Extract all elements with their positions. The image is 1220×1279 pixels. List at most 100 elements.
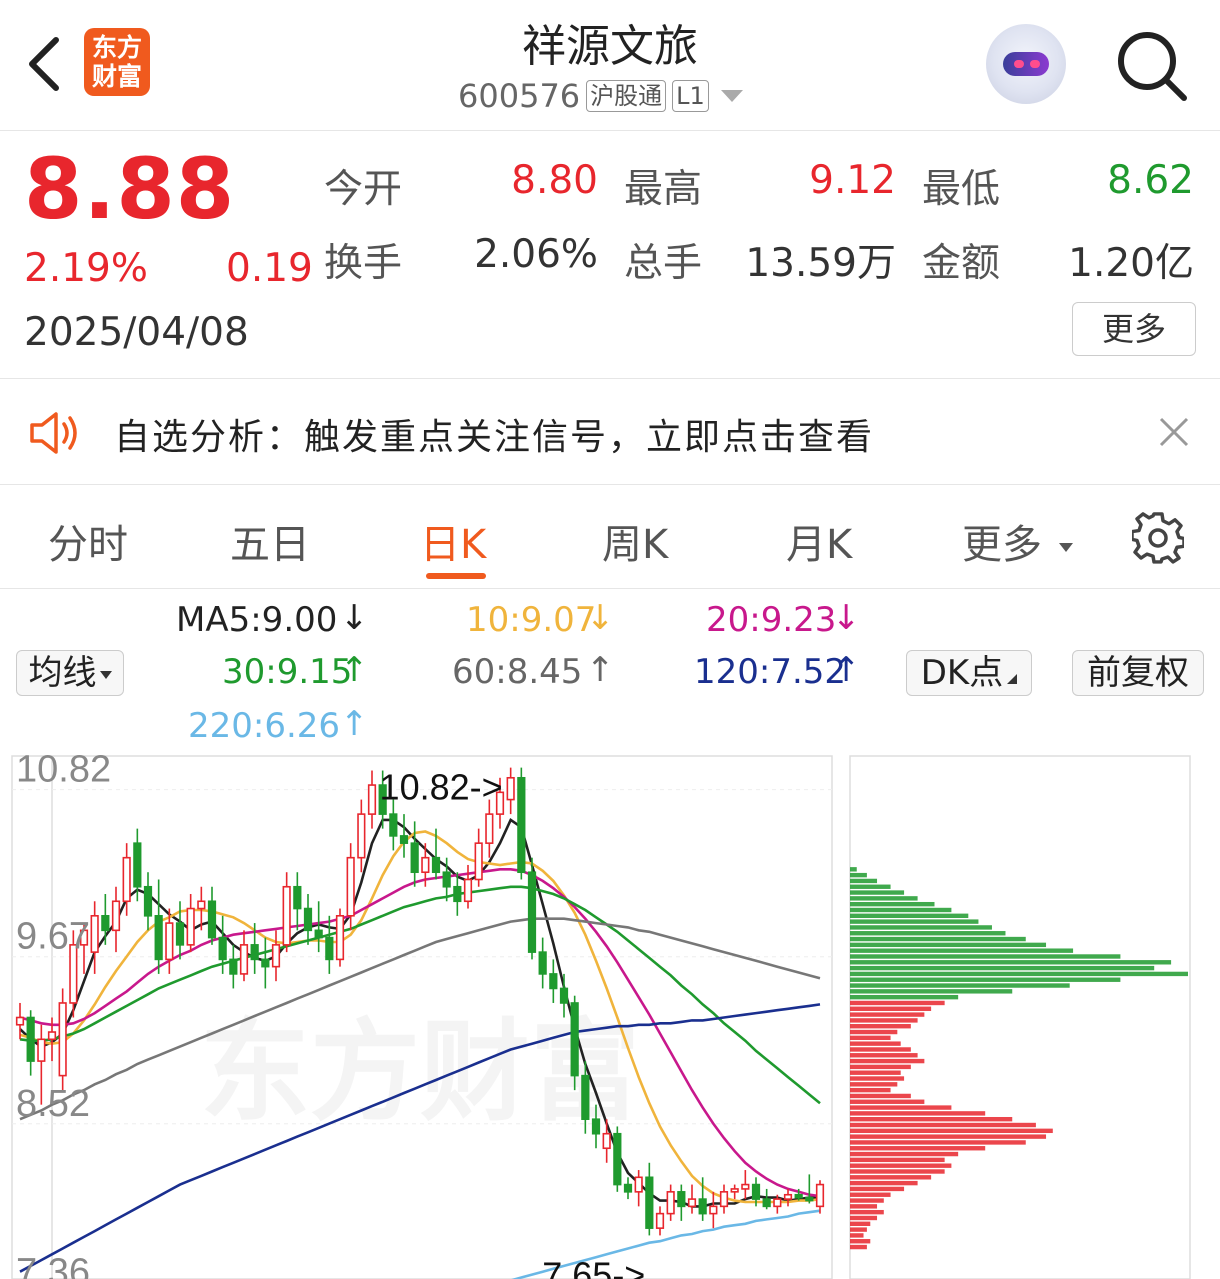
- ma10-arrow-down-icon: ↓: [586, 598, 615, 638]
- candle-body: [559, 987, 569, 1004]
- profile-bar: [850, 1006, 932, 1011]
- profile-bar: [850, 1035, 891, 1041]
- dk-point-button[interactable]: DK点: [906, 650, 1032, 696]
- profile-bar: [850, 1122, 1036, 1128]
- candle-body: [282, 885, 291, 946]
- tab-weekly-k[interactable]: 周K: [602, 512, 668, 570]
- tab-intraday[interactable]: 分时: [48, 512, 128, 570]
- ma-line-ma220: [511, 1209, 821, 1279]
- profile-bar: [850, 942, 1047, 948]
- candle-body: [517, 776, 526, 874]
- candle-body: [741, 1183, 750, 1190]
- candle-body: [666, 1191, 675, 1215]
- candle-body: [591, 1118, 601, 1135]
- robot-eye-right: [1030, 60, 1040, 68]
- low-label: 最低: [922, 167, 1001, 212]
- candle-body: [335, 915, 345, 961]
- tab-more[interactable]: 更多: [962, 512, 1073, 570]
- y-tick-label: 10.82: [16, 749, 111, 791]
- kline-chart[interactable]: 东方财富 10.829.678.527.36 10.82->7.65->: [0, 740, 1220, 1279]
- dk-point-label: DK点: [920, 653, 1004, 693]
- profile-bar: [850, 1244, 867, 1250]
- profile-bar: [850, 1064, 911, 1070]
- profile-bar: [850, 907, 952, 913]
- profile-bar: [850, 1134, 1047, 1139]
- candle-body: [794, 1193, 803, 1199]
- search-icon[interactable]: [1116, 30, 1188, 102]
- candle-body: [357, 813, 366, 859]
- gear-icon[interactable]: [1130, 512, 1186, 564]
- ma-select-button[interactable]: 均线: [16, 650, 124, 696]
- profile-bar: [850, 960, 1172, 965]
- dk-corner-icon: [1007, 674, 1018, 684]
- ma30-value: 30:9.15: [222, 652, 353, 692]
- ma-caret-icon: [99, 670, 112, 679]
- stock-name: 祥源文旅: [522, 21, 698, 72]
- divider: [0, 378, 1220, 379]
- candle-body: [154, 915, 163, 961]
- candle-body: [58, 1002, 67, 1077]
- candle-body: [111, 900, 121, 932]
- tab-more-caret-icon: [1058, 542, 1073, 552]
- profile-bar: [850, 1053, 918, 1058]
- candle-body: [538, 951, 547, 975]
- candle-body: [186, 907, 195, 946]
- close-icon[interactable]: [1158, 416, 1190, 448]
- profile-bar: [850, 913, 969, 919]
- profile-bar: [850, 890, 905, 895]
- robot-avatar-icon[interactable]: [986, 24, 1066, 104]
- dropdown-caret-icon[interactable]: [720, 90, 743, 102]
- candle-body: [442, 871, 451, 888]
- change-percent: 2.19%: [24, 246, 148, 291]
- candles: [15, 767, 825, 1236]
- candle-body: [15, 1016, 25, 1026]
- candle-body: [762, 1198, 771, 1208]
- profile-bar: [850, 1198, 884, 1203]
- candle-body: [165, 922, 174, 961]
- candle-body: [719, 1191, 729, 1208]
- notice-text[interactable]: 自选分析：触发重点关注信号，立即点击查看: [114, 408, 874, 460]
- more-quote-button[interactable]: 更多: [1072, 302, 1196, 356]
- last-price: 8.88: [24, 140, 236, 238]
- tab-monthly-k[interactable]: 月K: [786, 512, 852, 570]
- candle-body: [634, 1176, 643, 1193]
- speaker-icon: [28, 410, 82, 456]
- candle-body: [751, 1183, 761, 1200]
- high-label: 最高: [624, 167, 703, 212]
- tab-daily-k[interactable]: 日K: [420, 512, 486, 570]
- high-price-label: 10.82->: [380, 767, 503, 808]
- profile-bar: [850, 896, 918, 901]
- ma-select-label: 均线: [28, 653, 97, 693]
- candle-body: [261, 958, 270, 968]
- adjust-mode-button[interactable]: 前复权: [1072, 650, 1204, 696]
- level-tag: L1: [672, 80, 709, 112]
- candle-body: [698, 1198, 707, 1215]
- candle-body: [389, 813, 398, 837]
- candle-body: [581, 1074, 590, 1120]
- tab-five-day[interactable]: 五日: [230, 512, 310, 570]
- profile-bar: [850, 1175, 932, 1180]
- profile-bar: [850, 948, 1074, 953]
- profile-bar: [850, 1157, 945, 1163]
- candle-body: [26, 1016, 35, 1062]
- app-logo[interactable]: 东方 财富: [84, 28, 150, 96]
- profile-bar: [850, 1058, 925, 1064]
- chevron-left-icon[interactable]: [24, 36, 64, 92]
- profile-bar: [850, 1239, 871, 1244]
- ma120-value: 120:7.52: [694, 652, 847, 692]
- quote-date: 2025/04/08: [24, 310, 249, 355]
- profile-bar: [850, 1087, 891, 1093]
- ma220-arrow-up-icon: ↑: [340, 704, 369, 744]
- open-label: 今开: [324, 167, 403, 212]
- candle-body: [175, 922, 185, 946]
- robot-visor: [1003, 52, 1049, 76]
- profile-bar: [850, 977, 1121, 982]
- candle-body: [549, 973, 558, 990]
- candle-body: [623, 1183, 633, 1193]
- profile-bar: [850, 1204, 878, 1209]
- stock-code-row[interactable]: 600576 沪股通 L1: [458, 76, 743, 116]
- candle-body: [613, 1132, 622, 1186]
- profile-bar: [850, 931, 1006, 936]
- active-tab-indicator: [426, 573, 486, 579]
- profile-bar: [850, 901, 935, 907]
